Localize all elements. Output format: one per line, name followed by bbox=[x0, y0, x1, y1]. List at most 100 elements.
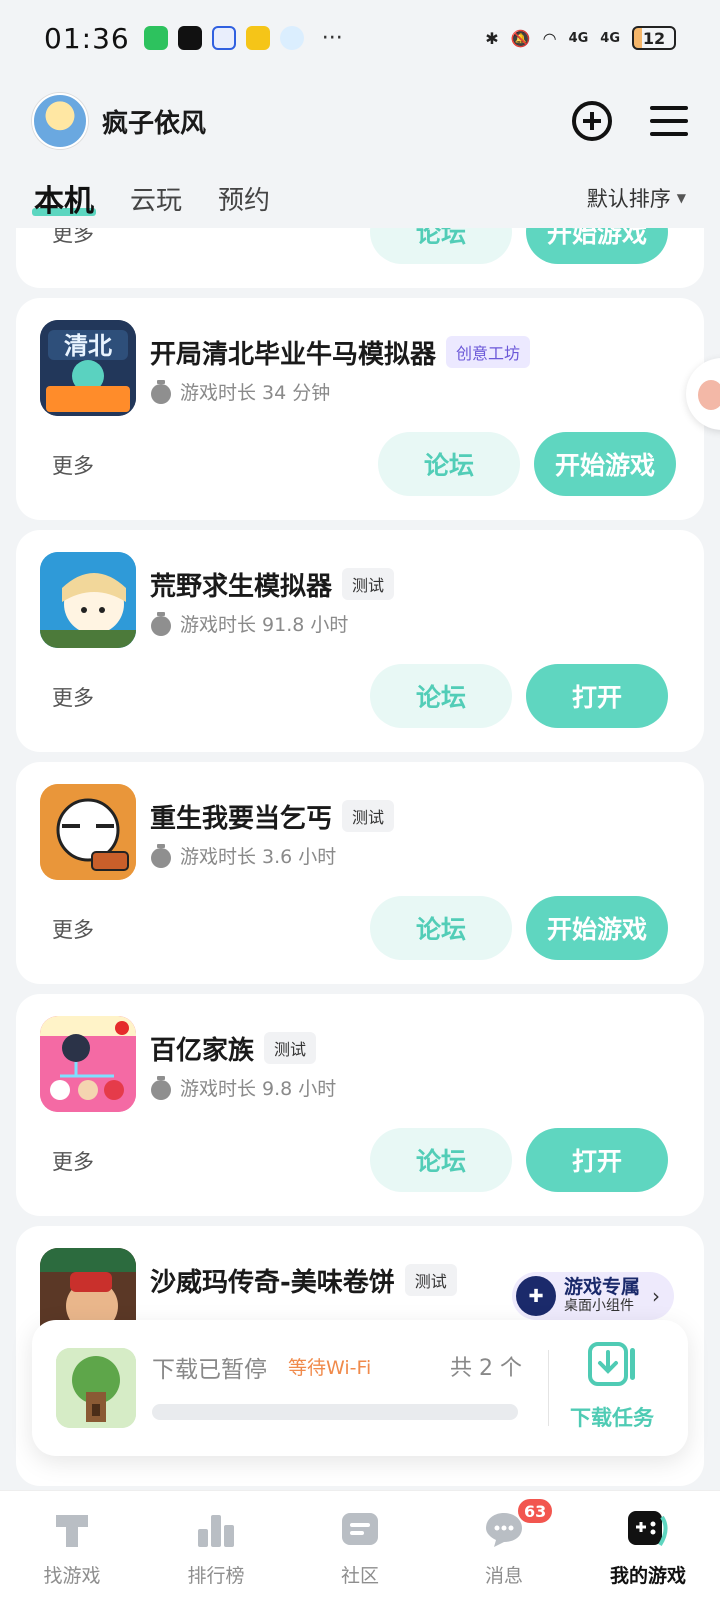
game-card: 荒野求生模拟器 测试 游戏时长 91.8 小时 更多 论坛 打开 bbox=[16, 530, 704, 752]
forum-button[interactable]: 论坛 bbox=[370, 1128, 512, 1192]
download-task-icon[interactable] bbox=[588, 1342, 638, 1386]
download-game-icon bbox=[56, 1348, 136, 1428]
game-tag: 创意工坊 bbox=[446, 336, 531, 368]
game-icon[interactable] bbox=[40, 552, 136, 648]
baidu-icon bbox=[211, 26, 236, 50]
play-button[interactable]: 开始游戏 bbox=[534, 432, 676, 496]
tab-reserve[interactable]: 预约 bbox=[218, 180, 270, 217]
download-progress-bar bbox=[152, 1404, 518, 1420]
nav-find-game[interactable]: 找游戏 bbox=[0, 1491, 144, 1602]
plus-circle-icon[interactable] bbox=[572, 101, 612, 141]
game-icon[interactable] bbox=[40, 1016, 136, 1112]
status-bar: 01:36 ··· ✱ 🔕 ◠ 4G 4G 12 bbox=[0, 0, 720, 76]
game-card: 清北 开局清北毕业牛马模拟器 创意工坊 游戏时长 34 分钟 更多 论坛 开始游戏 bbox=[16, 298, 704, 520]
more-button[interactable]: 更多 bbox=[52, 1146, 94, 1176]
stopwatch-icon bbox=[150, 611, 172, 636]
game-card: 百亿家族 测试 游戏时长 9.8 小时 更多 论坛 打开 bbox=[16, 994, 704, 1216]
playtime-text: 游戏时长 9.8 小时 bbox=[180, 1078, 337, 1100]
open-button[interactable]: 打开 bbox=[526, 1128, 668, 1192]
game-name[interactable]: 荒野求生模拟器 测试 bbox=[150, 566, 395, 603]
browser-icon bbox=[279, 26, 304, 50]
mute-icon: 🔕 bbox=[510, 28, 531, 48]
game-tag: 测试 bbox=[264, 1032, 317, 1064]
signal-icon: 4G bbox=[568, 30, 589, 46]
widget-promo-title: 游戏专属 bbox=[563, 1276, 640, 1298]
download-panel[interactable]: 下载已暂停 等待Wi-Fi 共 2 个 下载任务 bbox=[32, 1320, 688, 1456]
wechat-icon bbox=[143, 26, 168, 50]
game-name[interactable]: 开局清北毕业牛马模拟器 创意工坊 bbox=[150, 334, 531, 371]
download-task-label[interactable]: 下载任务 bbox=[570, 1402, 654, 1432]
nav-my-games[interactable]: 我的游戏 bbox=[576, 1491, 720, 1602]
signal-icon: 4G bbox=[600, 30, 620, 46]
playtime: 游戏时长 34 分钟 bbox=[150, 378, 330, 405]
game-card: 更多 论坛 开始游戏 bbox=[16, 228, 704, 288]
forum-button[interactable]: 论坛 bbox=[370, 664, 512, 728]
community-icon bbox=[342, 1513, 378, 1545]
hamburger-menu-icon[interactable] bbox=[650, 106, 688, 136]
game-name[interactable]: 重生我要当乞丐 测试 bbox=[150, 798, 395, 835]
sort-label: 默认排序 bbox=[586, 187, 671, 211]
nav-label: 消息 bbox=[484, 1565, 523, 1587]
game-icon[interactable]: 清北 bbox=[40, 320, 136, 416]
forum-button[interactable]: 论坛 bbox=[370, 896, 512, 960]
nav-ranking[interactable]: 排行榜 bbox=[144, 1491, 288, 1602]
nav-community[interactable]: 社区 bbox=[288, 1491, 432, 1602]
ranking-icon bbox=[198, 1515, 234, 1547]
qimao-icon bbox=[245, 26, 270, 50]
more-button[interactable]: 更多 bbox=[52, 450, 94, 480]
sort-dropdown[interactable]: 默认排序 ▼ bbox=[587, 183, 686, 213]
play-button[interactable]: 开始游戏 bbox=[526, 228, 668, 264]
stopwatch-icon bbox=[150, 1075, 172, 1100]
message-badge: 63 bbox=[516, 1497, 555, 1525]
download-count: 共 2 个 bbox=[450, 1356, 522, 1381]
download-status: 下载已暂停 bbox=[152, 1357, 267, 1383]
battery-icon: 12 bbox=[632, 26, 676, 50]
more-button[interactable]: 更多 bbox=[52, 682, 94, 712]
header: 疯子依风 bbox=[0, 88, 720, 154]
stopwatch-icon bbox=[150, 843, 172, 868]
nav-label: 社区 bbox=[340, 1565, 379, 1587]
tiktok-icon bbox=[177, 26, 202, 50]
forum-button[interactable]: 论坛 bbox=[378, 432, 520, 496]
open-button[interactable]: 打开 bbox=[526, 664, 668, 728]
gamepad-icon: ✚ bbox=[515, 1276, 556, 1316]
playtime: 游戏时长 91.8 小时 bbox=[150, 610, 348, 637]
username[interactable]: 疯子依风 bbox=[102, 103, 206, 140]
more-notifications-icon: ··· bbox=[321, 25, 343, 51]
forum-button[interactable]: 论坛 bbox=[370, 228, 512, 264]
game-name[interactable]: 百亿家族 测试 bbox=[150, 1030, 317, 1067]
stopwatch-icon bbox=[150, 379, 172, 404]
widget-promo-chip[interactable]: ✚ 游戏专属 桌面小组件 › bbox=[511, 1272, 674, 1320]
game-title: 重生我要当乞丐 bbox=[150, 804, 333, 834]
nav-label: 找游戏 bbox=[43, 1565, 101, 1587]
widget-promo-subtitle: 桌面小组件 bbox=[563, 1298, 634, 1314]
game-tag: 测试 bbox=[342, 800, 395, 832]
bluetooth-icon: ✱ bbox=[485, 28, 499, 48]
find-game-icon bbox=[56, 1515, 88, 1547]
download-waiting-text: 等待Wi-Fi bbox=[288, 1357, 372, 1379]
tab-local[interactable]: 本机 bbox=[32, 176, 96, 220]
divider bbox=[548, 1350, 549, 1426]
game-card: 重生我要当乞丐 测试 游戏时长 3.6 小时 更多 论坛 开始游戏 bbox=[16, 762, 704, 984]
playtime-text: 游戏时长 3.6 小时 bbox=[180, 846, 337, 868]
header-actions bbox=[572, 101, 688, 141]
widget-promo-text: 游戏专属 桌面小组件 bbox=[564, 1277, 640, 1315]
avatar[interactable] bbox=[32, 93, 88, 149]
more-button[interactable]: 更多 bbox=[52, 914, 94, 944]
game-icon[interactable] bbox=[40, 784, 136, 880]
nav-label: 排行榜 bbox=[187, 1565, 245, 1587]
nav-messages[interactable]: 63 消息 bbox=[432, 1491, 576, 1602]
more-button[interactable]: 更多 bbox=[52, 228, 94, 248]
nav-label: 我的游戏 bbox=[609, 1565, 686, 1587]
tab-bar: 本机 云玩 预约 默认排序 ▼ bbox=[0, 168, 720, 228]
game-tag: 测试 bbox=[404, 1264, 457, 1296]
tab-cloud[interactable]: 云玩 bbox=[130, 180, 182, 217]
game-name[interactable]: 沙威玛传奇-美味卷饼 测试 bbox=[150, 1262, 457, 1299]
caret-down-icon: ▼ bbox=[676, 191, 686, 205]
status-right: ✱ 🔕 ◠ 4G 4G 12 bbox=[485, 26, 676, 50]
notification-icons: ··· bbox=[143, 25, 343, 51]
play-button[interactable]: 开始游戏 bbox=[526, 896, 668, 960]
game-title: 百亿家族 bbox=[150, 1036, 255, 1066]
game-title: 开局清北毕业牛马模拟器 bbox=[150, 340, 437, 370]
playtime: 游戏时长 3.6 小时 bbox=[150, 842, 336, 869]
